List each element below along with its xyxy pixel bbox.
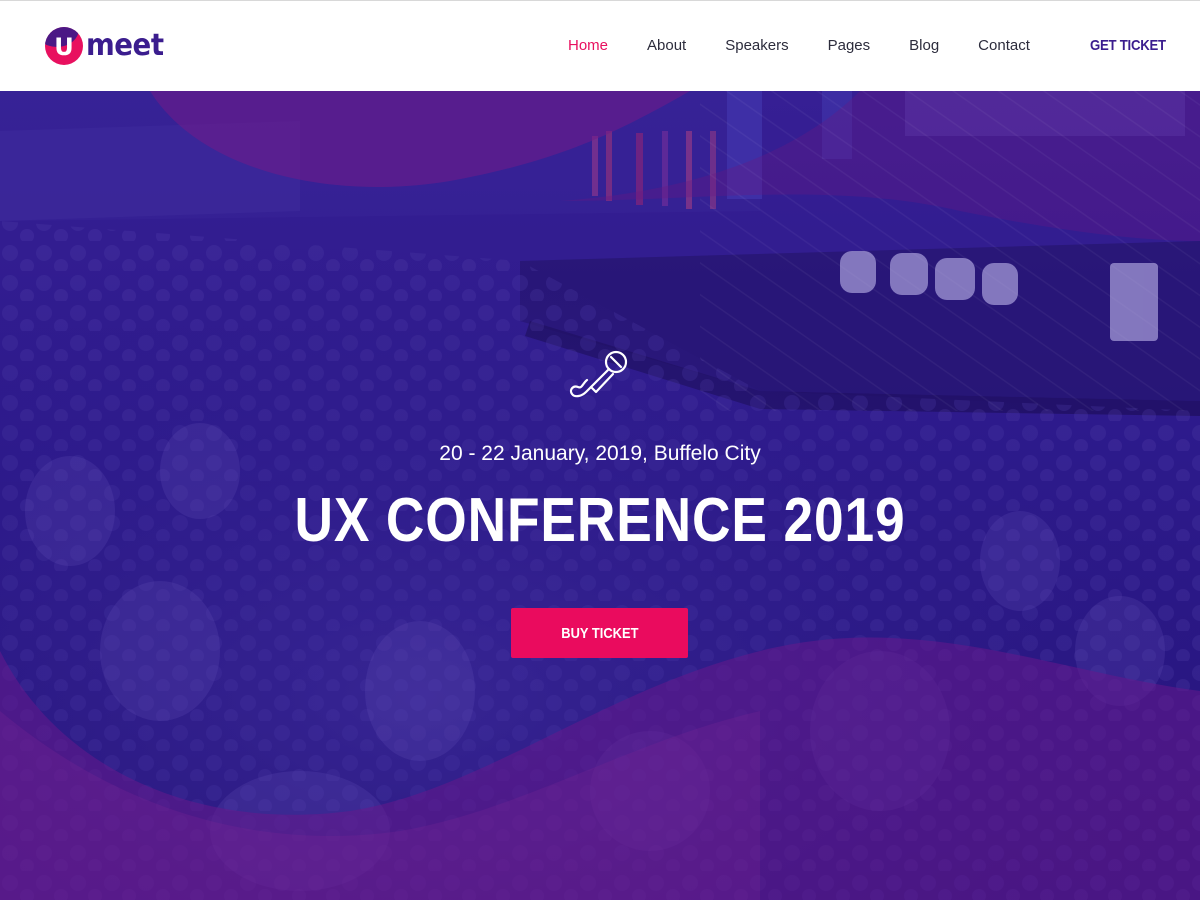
nav-item-contact[interactable]: Contact [978, 37, 1030, 55]
get-ticket-button[interactable]: GET TICKET [1090, 37, 1166, 55]
buy-ticket-label: BUY TICKET [560, 624, 639, 642]
nav-item-speakers[interactable]: Speakers [725, 37, 788, 55]
event-date-location: 20 - 22 January, 2019, Buffelo City [439, 442, 761, 465]
nav-item-pages[interactable]: Pages [828, 37, 871, 55]
microphone-icon [569, 350, 628, 398]
logo[interactable]: U meet [45, 25, 170, 67]
nav-item-about[interactable]: About [647, 37, 686, 55]
nav-item-blog[interactable]: Blog [909, 37, 939, 55]
page-title: UX CONFERENCE 2019 [294, 486, 906, 555]
site-header: U meet Home About Speakers Pages Blog Co… [0, 0, 1200, 91]
logo-text: meet [86, 28, 164, 63]
nav-item-home[interactable]: Home [568, 37, 608, 55]
logo-mark-icon: U [45, 27, 83, 65]
hero-section: 20 - 22 January, 2019, Buffelo City UX C… [0, 91, 1200, 900]
buy-ticket-button[interactable]: BUY TICKET [511, 608, 688, 658]
main-nav: Home About Speakers Pages Blog Contact [568, 37, 1069, 55]
